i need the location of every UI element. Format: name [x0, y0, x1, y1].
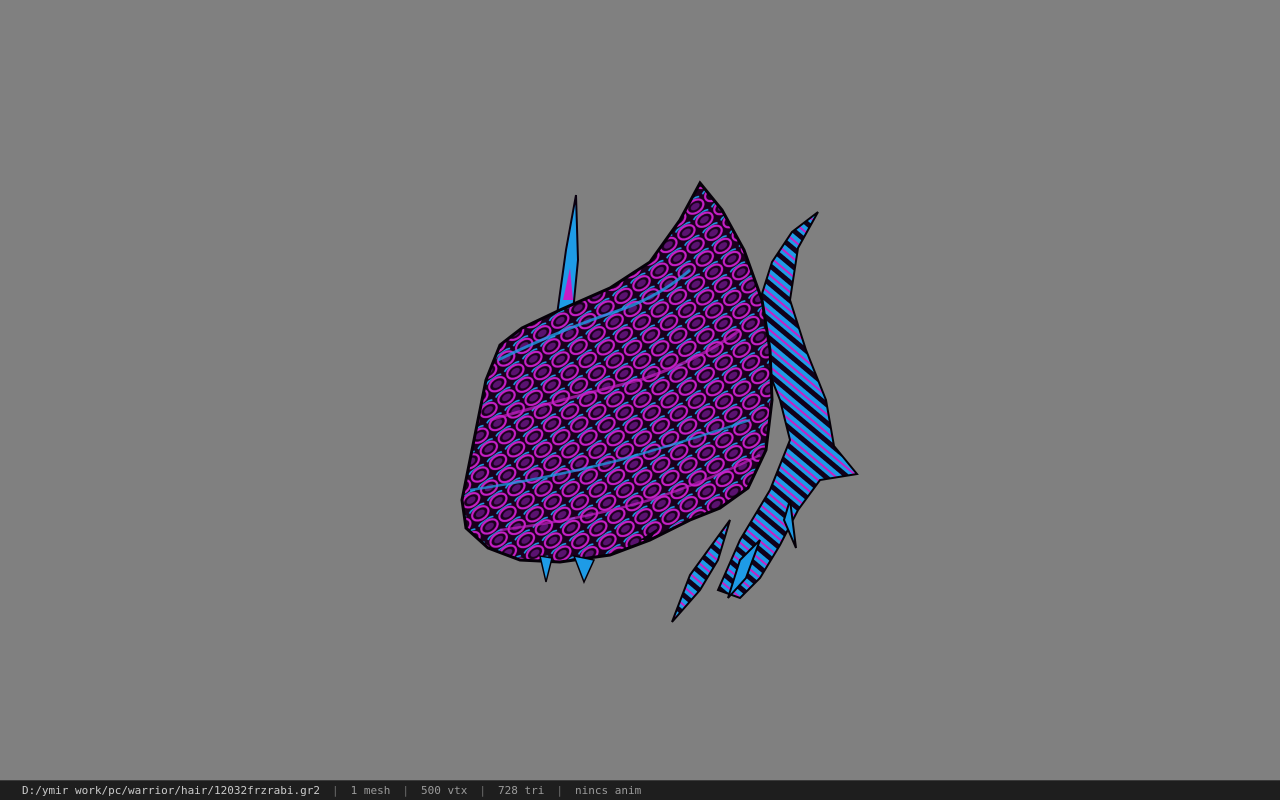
- mesh-count: 1 mesh: [350, 784, 391, 797]
- head-body: [460, 180, 774, 564]
- 3d-viewport[interactable]: [0, 0, 1280, 780]
- status-bar: D:/ymir work/pc/warrior/hair/12032frzrab…: [0, 780, 1280, 800]
- separator: |: [556, 784, 563, 797]
- separator: |: [332, 784, 339, 797]
- vertex-count: 500 vtx: [421, 784, 468, 797]
- separator: |: [479, 784, 486, 797]
- animation-status: nincs anim: [574, 784, 642, 797]
- triangle-count: 728 tri: [498, 784, 545, 797]
- hair-model-render: [460, 180, 859, 623]
- separator: |: [402, 784, 410, 797]
- file-path: D:/ymir work/pc/warrior/hair/12032frzrab…: [22, 784, 321, 797]
